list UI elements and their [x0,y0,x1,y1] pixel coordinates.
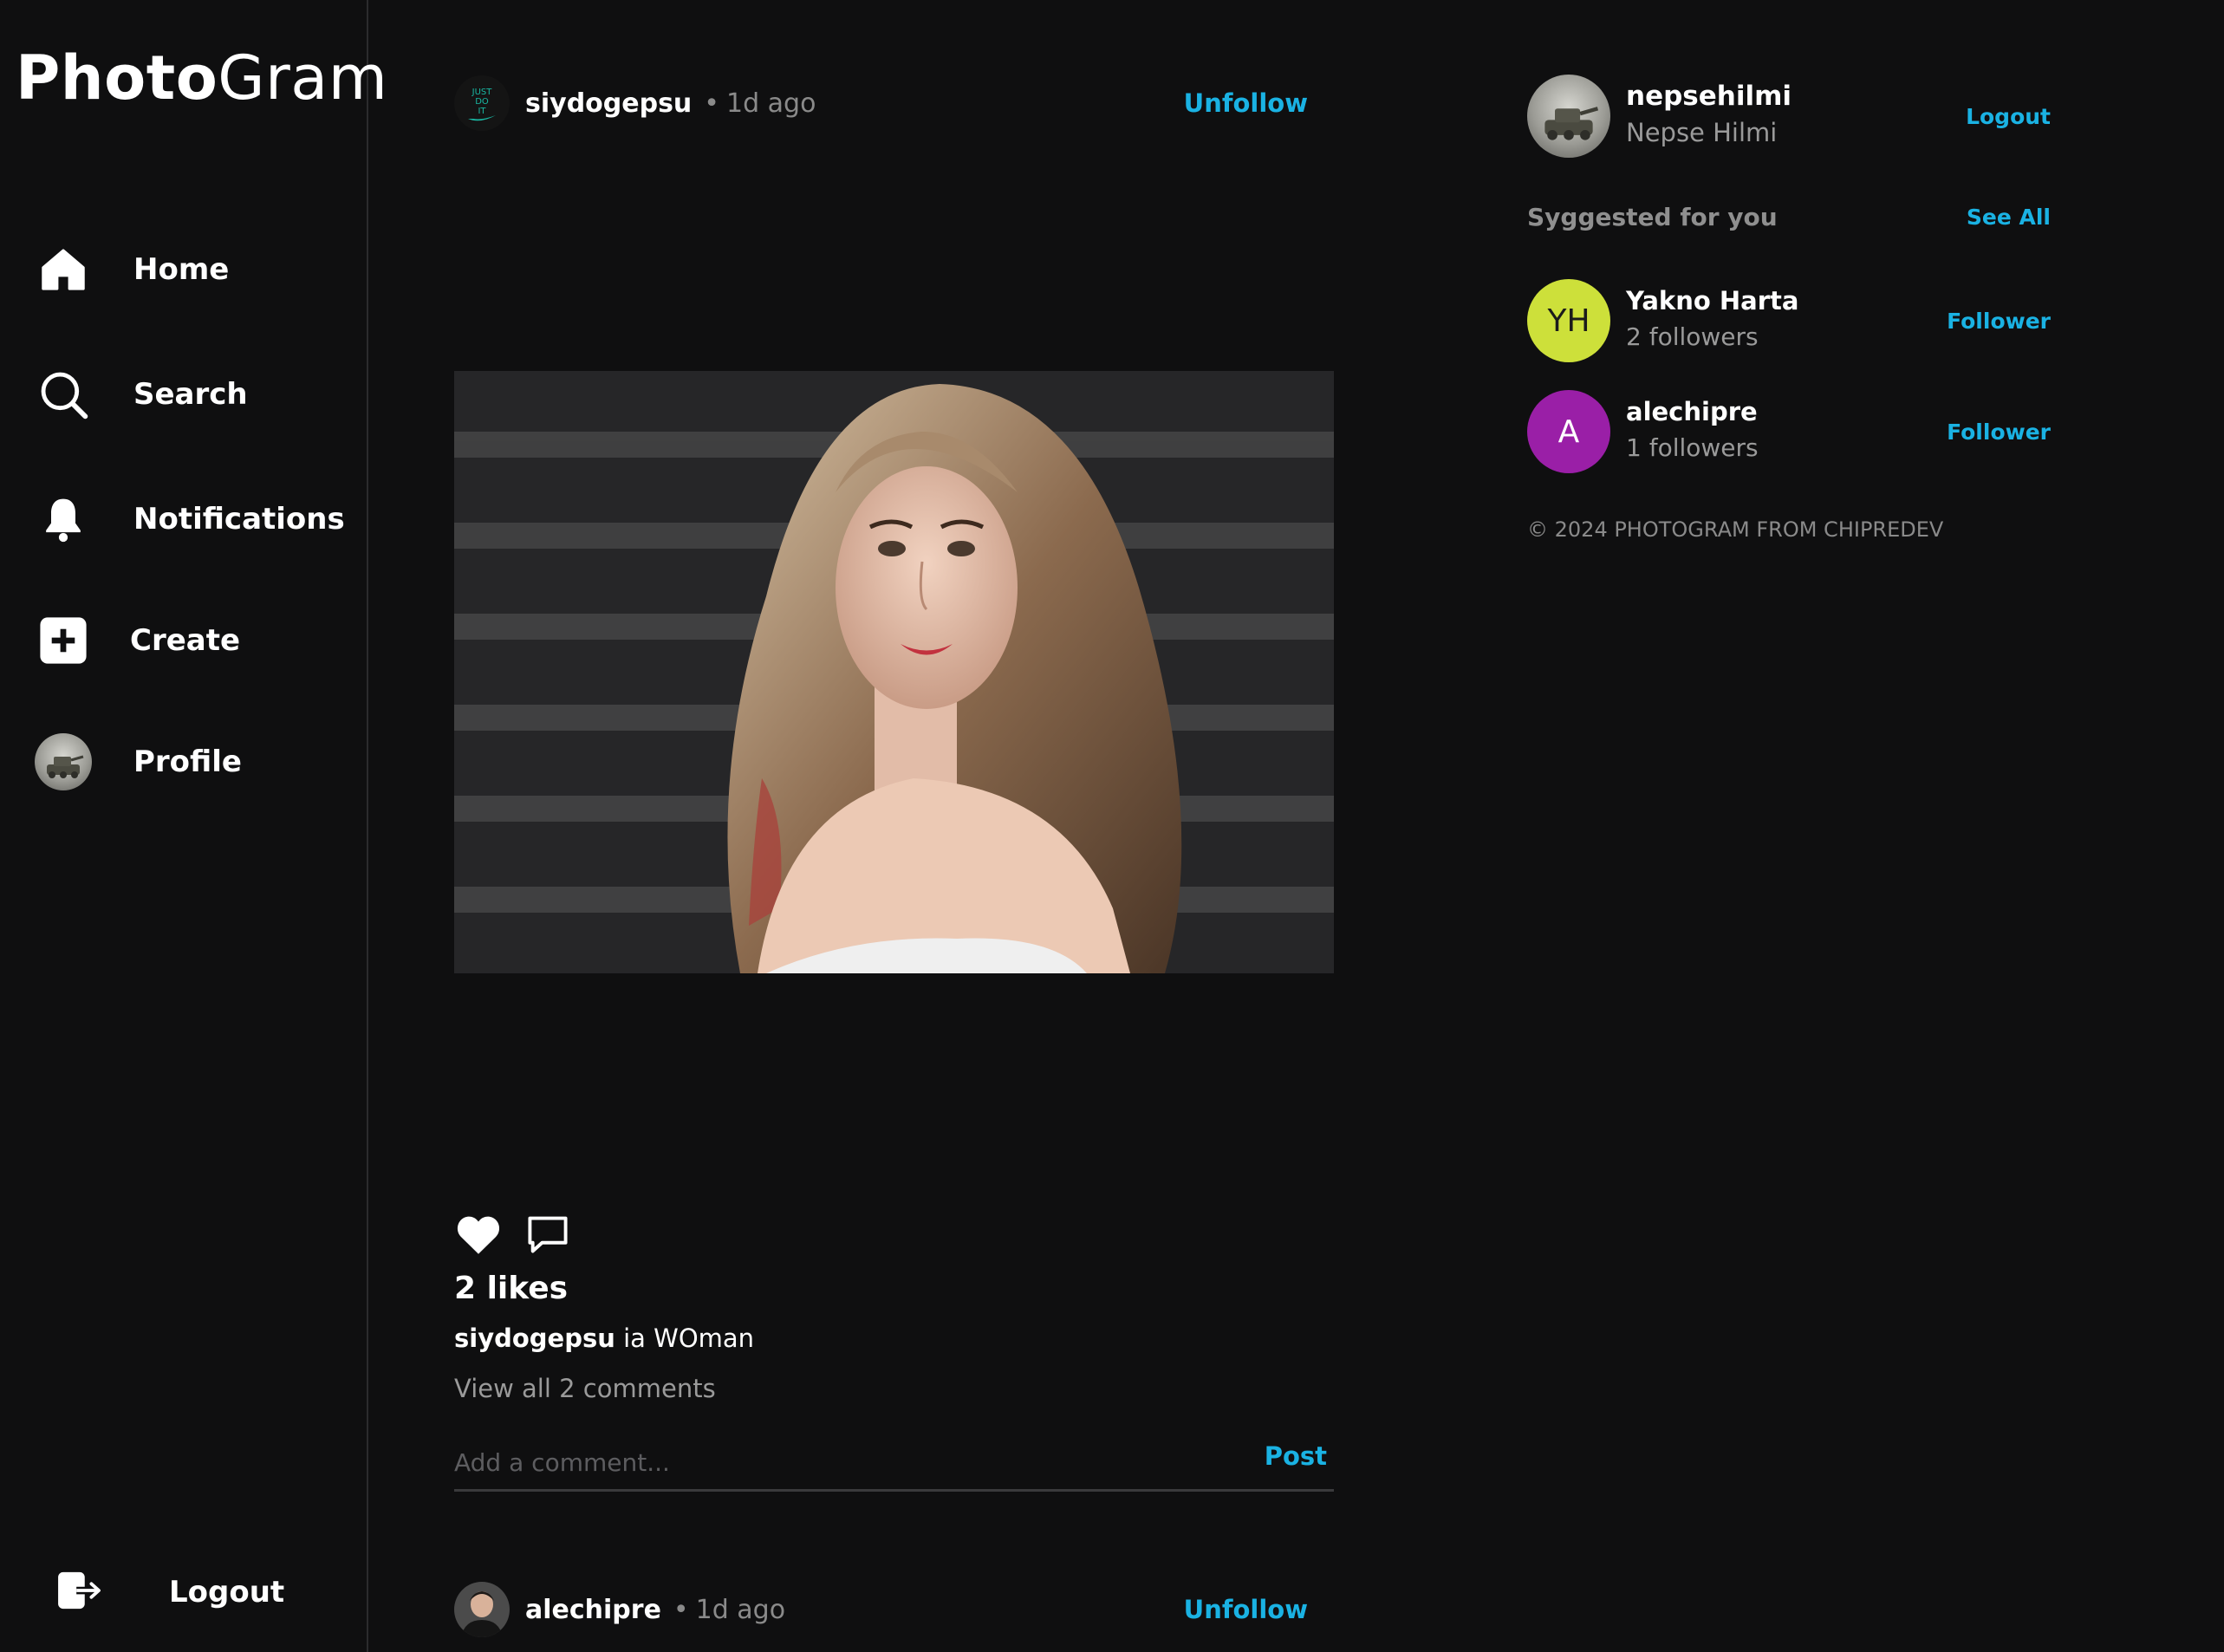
post-author-username[interactable]: siydogepsu [525,88,692,119]
comment-input[interactable] [454,1443,1217,1481]
sidebar-logout-label: Logout [169,1575,285,1610]
bell-icon [35,491,92,548]
avatar-logo-text: DO [475,97,489,107]
follower-button[interactable]: Follower [1947,420,2051,445]
view-all-comments-link[interactable]: View all 2 comments [454,1374,716,1403]
follower-button[interactable]: Follower [1947,309,2051,334]
sidebar-item-label: Notifications [133,502,345,537]
post-timestamp: 1d ago [726,88,816,119]
plus-square-icon [35,612,92,669]
sidebar-item-label: Create [130,623,241,658]
sidebar-item-search[interactable]: Search [35,366,248,423]
post-caption: siydogepsu ia WOman [454,1324,754,1353]
logo-text-thin: Gram [218,42,388,114]
suggestion-avatar[interactable]: YH [1527,279,1610,362]
home-icon [35,241,92,298]
caption-username[interactable]: siydogepsu [454,1324,615,1353]
post-header: alechipre • 1d ago Unfollow [454,1579,1308,1640]
see-all-button[interactable]: See All [1967,205,2051,230]
current-user-fullname: Nepse Hilmi [1626,118,1778,147]
sidebar-item-notifications[interactable]: Notifications [35,491,345,548]
suggestion-name[interactable]: Yakno Harta [1626,286,1798,315]
sidebar-logout-button[interactable]: Logout [56,1571,284,1614]
suggestions-title: Syggested for you [1527,203,1778,231]
sidebar-item-label: Search [133,377,248,412]
post-author-username[interactable]: alechipre [525,1595,661,1625]
logout-icon [56,1571,103,1614]
post-header: JUST DO IT siydogepsu • 1d ago Unfollow [454,73,1308,133]
suggestion-followers: 2 followers [1626,322,1759,351]
post-actions [454,1212,570,1260]
logo-text-bold: Photo [16,42,218,114]
sidebar: PhotoGram Home Search Notifications Crea… [0,0,387,1652]
sidebar-item-profile[interactable]: Profile [35,733,242,790]
unfollow-button[interactable]: Unfollow [1184,1595,1308,1624]
unfollow-button[interactable]: Unfollow [1184,88,1308,118]
sidebar-item-label: Home [133,252,230,287]
current-user-avatar[interactable] [1527,75,1610,158]
suggestion-name[interactable]: alechipre [1626,397,1758,426]
separator-dot: • [704,88,719,119]
like-heart-icon[interactable] [454,1213,503,1259]
suggestions-header: Syggested for you See All [1527,201,2051,236]
post-author-avatar[interactable] [454,1582,510,1637]
suggestion-avatar[interactable]: A [1527,390,1610,473]
avatar-logo-text: IT [478,107,486,116]
comment-bubble-icon[interactable] [525,1212,570,1260]
post-timestamp: 1d ago [695,1594,786,1625]
current-user-username[interactable]: nepsehilmi [1626,81,1792,112]
suggestion-item: YH Yakno Harta 2 followers Follower [1527,279,2051,362]
sidebar-item-create[interactable]: Create [35,612,240,669]
suggestion-item: A alechipre 1 followers Follower [1527,390,2051,473]
profile-avatar [35,733,92,790]
suggestion-followers: 1 followers [1626,433,1759,462]
post-comment-button[interactable]: Post [1265,1441,1327,1471]
app-logo[interactable]: PhotoGram [16,48,387,108]
sidebar-item-home[interactable]: Home [35,241,229,298]
sidebar-item-label: Profile [133,745,242,779]
comment-form: Post [454,1434,1334,1492]
search-icon [35,366,92,423]
footer-copyright: © 2024 PHOTOGRAM FROM CHIPREDEV [1527,517,1944,542]
avatar-logo-text: JUST [471,88,493,97]
likes-count: 2 likes [454,1271,569,1306]
current-user-card: nepsehilmi Nepse Hilmi Logout [1527,75,2051,161]
logout-button[interactable]: Logout [1966,104,2051,129]
caption-text: ia WOman [623,1324,755,1353]
separator-dot: • [673,1594,689,1625]
post-image[interactable] [454,371,1334,973]
post-author-avatar[interactable]: JUST DO IT [454,75,510,131]
